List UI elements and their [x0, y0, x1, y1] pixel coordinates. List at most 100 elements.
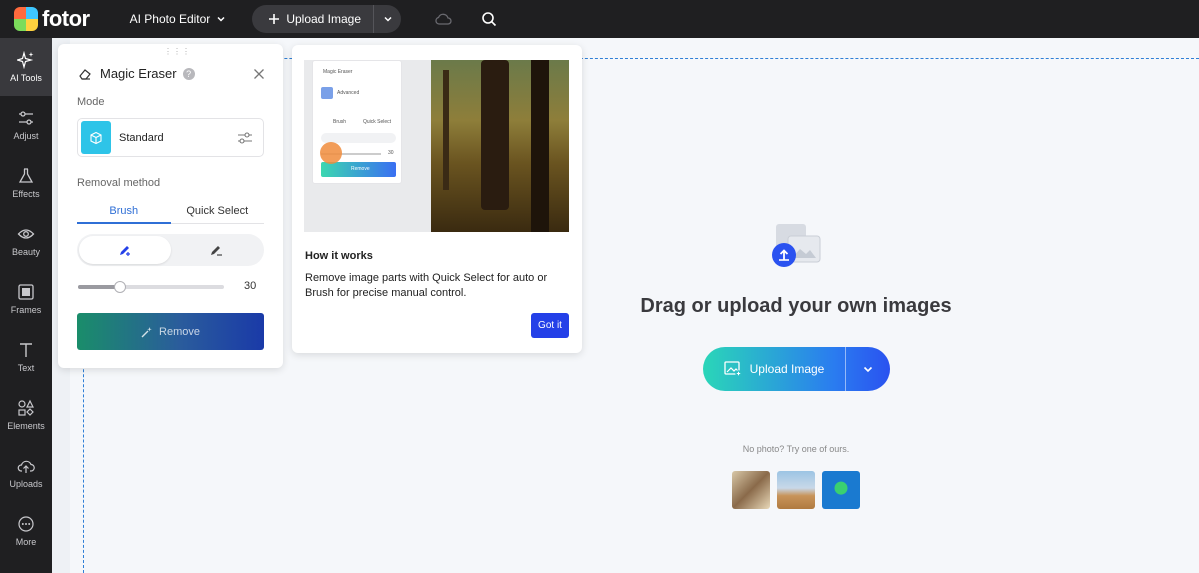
slider-knob[interactable]: [114, 281, 127, 293]
mode-label: Mode: [77, 96, 105, 108]
brush-plus-icon: [119, 246, 130, 256]
upload-image-label: Upload Image: [749, 362, 825, 376]
sidebar-item-label: Text: [17, 363, 35, 373]
sidebar-item-frames[interactable]: Frames: [0, 270, 52, 328]
sidebar-item-label: Frames: [10, 305, 42, 315]
mini-title: Magic Eraser: [323, 69, 353, 75]
mini-remove-label: Remove: [351, 166, 370, 172]
sidebar-item-label: Uploads: [9, 479, 43, 489]
top-bar: fotor AI Photo Editor Upload Image: [0, 0, 1199, 38]
frame-icon: [18, 284, 34, 300]
tree-trunk: [481, 60, 509, 210]
how-it-works-description: Remove image parts with Quick Select for…: [305, 272, 548, 299]
cloud-icon[interactable]: [431, 7, 455, 31]
top-upload-control: Upload Image: [252, 5, 402, 33]
mini-mode: Advanced: [337, 90, 360, 96]
remove-label: Remove: [159, 325, 200, 338]
top-upload-dropdown[interactable]: [373, 5, 401, 33]
sidebar-item-label: Beauty: [11, 247, 41, 257]
sidebar-item-beauty[interactable]: Beauty: [0, 212, 52, 270]
removal-method-tabs: Brush Quick Select: [77, 198, 264, 224]
cube-icon: [81, 121, 111, 154]
cursor-highlight: [320, 142, 342, 164]
how-it-works-card: Magic Eraser Advanced Brush Quick Select…: [292, 45, 582, 353]
panel-title: Magic Eraser: [100, 66, 177, 81]
shapes-icon: [18, 399, 34, 416]
left-toolbar: AI Tools Adjust Effects Beauty Frames Te…: [0, 38, 52, 573]
removal-method-label: Removal method: [77, 177, 161, 189]
add-brush-button[interactable]: [79, 236, 171, 264]
flask-icon: [18, 168, 34, 183]
erase-brush-button[interactable]: [171, 236, 263, 264]
sample-photos-hint: No photo? Try one of ours.: [742, 444, 850, 454]
magic-wand-icon: [141, 326, 152, 337]
eye-icon: [17, 229, 35, 239]
chevron-down-icon: [217, 16, 225, 22]
sidebar-item-ai-tools[interactable]: AI Tools: [0, 38, 52, 96]
logo-icon: [14, 7, 38, 31]
how-it-works-title: How it works: [305, 250, 373, 262]
upload-illustration-icon: [770, 222, 822, 268]
mode-value: Standard: [119, 131, 164, 144]
search-icon[interactable]: [477, 7, 501, 31]
more-icon: [18, 516, 34, 532]
image-add-icon: [723, 361, 742, 377]
sample-photo-thumbnail[interactable]: [822, 471, 860, 509]
logo-text: fotor: [42, 6, 90, 31]
tutorial-preview: Magic Eraser Advanced Brush Quick Select…: [304, 60, 569, 232]
mini-value: 30: [388, 150, 394, 156]
sidebar-item-text[interactable]: Text: [0, 328, 52, 386]
brush-mode-toggle: [77, 234, 264, 266]
sidebar-item-uploads[interactable]: Uploads: [0, 444, 52, 502]
sidebar-item-label: Effects: [12, 189, 40, 199]
eraser-icon: [79, 68, 91, 80]
remove-button[interactable]: Remove: [77, 313, 264, 350]
upload-image-button[interactable]: Upload Image: [703, 347, 845, 391]
top-upload-label: Upload Image: [286, 12, 362, 26]
sidebar-item-more[interactable]: More: [0, 502, 52, 560]
close-icon[interactable]: [253, 68, 265, 80]
sidebar-item-adjust[interactable]: Adjust: [0, 96, 52, 154]
cloud-upload-icon: [17, 460, 35, 473]
tab-quick-select[interactable]: Quick Select: [171, 198, 265, 223]
got-it-button[interactable]: Got it: [531, 313, 569, 338]
upload-options-dropdown[interactable]: [845, 347, 890, 391]
sample-photo-thumbnail[interactable]: [732, 471, 770, 509]
sidebar-item-label: AI Tools: [10, 73, 42, 83]
magic-eraser-panel: ⋮⋮⋮ Magic Eraser ? Mode Standard Removal…: [58, 44, 283, 368]
drag-upload-heading: Drag or upload your own images: [640, 295, 952, 317]
mini-mode-icon: [321, 87, 333, 99]
sidebar-item-effects[interactable]: Effects: [0, 154, 52, 212]
settings-sliders-icon[interactable]: [237, 131, 253, 145]
tab-brush[interactable]: Brush: [77, 198, 171, 224]
park-photo: [431, 60, 569, 232]
mini-panel-illustration: Magic Eraser Advanced Brush Quick Select…: [312, 60, 402, 184]
sidebar-item-label: More: [15, 537, 37, 547]
sparkle-icon: [17, 51, 34, 69]
mini-tab-brush: Brush: [333, 119, 347, 125]
tree-trunk: [443, 70, 449, 190]
brush-size-slider[interactable]: [78, 281, 224, 293]
sidebar-item-label: Adjust: [13, 131, 39, 141]
chevron-down-icon: [863, 366, 873, 373]
fotor-logo[interactable]: fotor: [14, 6, 90, 32]
help-icon[interactable]: ?: [182, 67, 195, 80]
mini-tab-quick: Quick Select: [363, 119, 392, 125]
drag-handle-icon[interactable]: ⋮⋮⋮: [164, 47, 191, 56]
brush-minus-icon: [211, 246, 223, 256]
plus-icon: [269, 14, 280, 24]
tree-trunk: [531, 60, 549, 232]
app-menu-label: AI Photo Editor: [129, 12, 211, 26]
sidebar-item-elements[interactable]: Elements: [0, 386, 52, 444]
chevron-down-icon: [384, 16, 392, 22]
sidebar-item-label: Elements: [7, 421, 45, 431]
mode-selector[interactable]: Standard: [77, 118, 264, 157]
text-icon: [20, 343, 32, 357]
upload-image-control: Upload Image: [703, 347, 890, 391]
sliders-icon: [19, 111, 33, 125]
app-menu-dropdown[interactable]: AI Photo Editor: [130, 12, 227, 26]
brush-size-value: 30: [244, 280, 257, 292]
panel-header: Magic Eraser ?: [78, 66, 265, 81]
sample-photo-thumbnail[interactable]: [777, 471, 815, 509]
top-upload-button[interactable]: Upload Image: [252, 5, 373, 33]
